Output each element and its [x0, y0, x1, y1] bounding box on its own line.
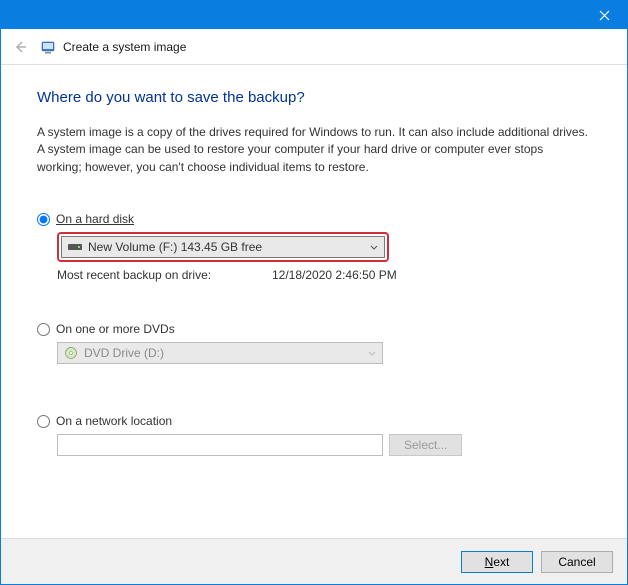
next-button[interactable]: Next: [461, 551, 533, 573]
hard-disk-meta: Most recent backup on drive: 12/18/2020 …: [57, 268, 591, 282]
option-network: On a network location Select...: [37, 414, 591, 456]
option-dvd: On one or more DVDs DVD Drive (D:): [37, 322, 591, 364]
dvd-select-text: DVD Drive (D:): [84, 346, 368, 360]
chevron-down-icon: [370, 242, 378, 253]
network-path-input: [57, 434, 383, 456]
dvd-select: DVD Drive (D:): [57, 342, 383, 364]
option-hard-disk: On a hard disk New Volume (F:) 143.45 GB…: [37, 212, 591, 282]
page-description: A system image is a copy of the drives r…: [37, 124, 591, 176]
network-radio[interactable]: [37, 415, 50, 428]
dvd-drive-icon: [64, 346, 78, 360]
network-label[interactable]: On a network location: [56, 414, 172, 428]
system-image-icon: [39, 38, 57, 56]
back-button[interactable]: [9, 36, 31, 58]
titlebar: [1, 1, 627, 29]
header-title: Create a system image: [63, 40, 186, 54]
drive-icon: [68, 242, 82, 252]
dvd-radio[interactable]: [37, 323, 50, 336]
back-arrow-icon: [12, 39, 28, 55]
meta-value: 12/18/2020 2:46:50 PM: [272, 268, 397, 282]
meta-label: Most recent backup on drive:: [57, 268, 272, 282]
chevron-down-icon: [368, 348, 376, 359]
header-bar: Create a system image: [1, 29, 627, 65]
page-heading: Where do you want to save the backup?: [37, 89, 591, 106]
hard-disk-select-text: New Volume (F:) 143.45 GB free: [88, 240, 370, 254]
content-area: Where do you want to save the backup? A …: [1, 65, 627, 538]
network-select-button: Select...: [389, 434, 462, 456]
close-icon: [599, 10, 610, 21]
hard-disk-label[interactable]: On a hard disk: [56, 212, 134, 226]
wizard-window: Create a system image Where do you want …: [0, 0, 628, 585]
footer: Next Cancel: [1, 538, 627, 584]
dvd-label[interactable]: On one or more DVDs: [56, 322, 175, 336]
hard-disk-select[interactable]: New Volume (F:) 143.45 GB free: [61, 236, 385, 258]
cancel-button[interactable]: Cancel: [541, 551, 613, 573]
close-button[interactable]: [582, 1, 627, 29]
hard-disk-radio[interactable]: [37, 213, 50, 226]
hard-disk-highlight: New Volume (F:) 143.45 GB free: [57, 232, 389, 262]
